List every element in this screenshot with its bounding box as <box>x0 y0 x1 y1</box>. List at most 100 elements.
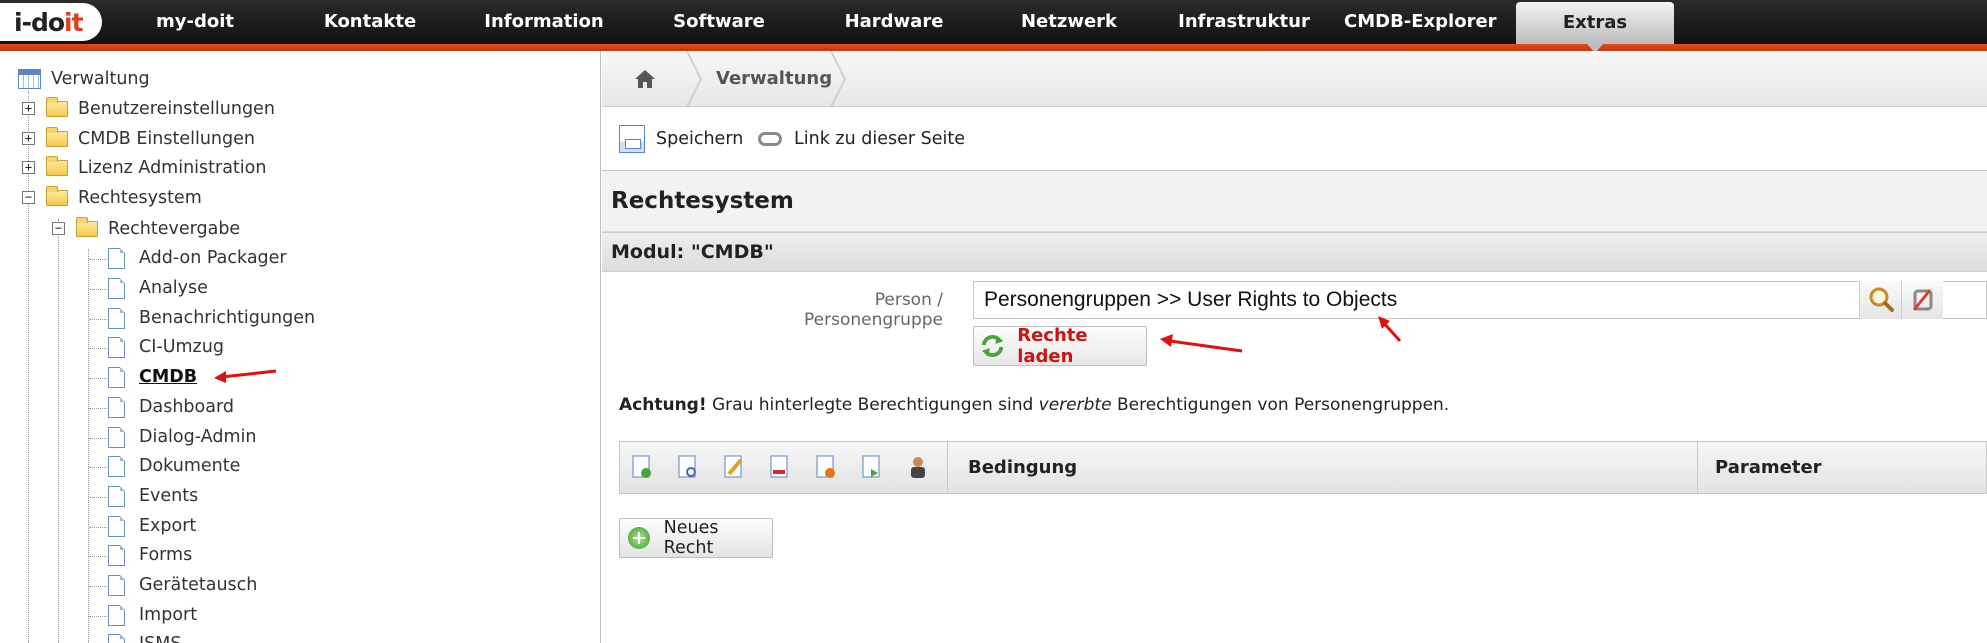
nav-cmdb-explorer[interactable]: CMDB-Explorer <box>1344 0 1497 44</box>
tree-guide-line <box>89 259 107 260</box>
expand-plus-icon[interactable]: + <box>22 161 35 174</box>
tree-label: Lizenz Administration <box>78 158 267 178</box>
column-header-parameter[interactable]: Parameter <box>1715 442 1822 493</box>
page-icon <box>108 485 125 507</box>
archive-icon <box>816 455 835 478</box>
notice-text: Berechtigungen von Personengruppen. <box>1116 395 1450 415</box>
tree-guide-line <box>89 616 107 617</box>
nav-extras[interactable]: Extras <box>1516 2 1674 44</box>
tree-page-benachrichtigungen[interactable]: Benachrichtigungen <box>108 304 315 332</box>
tree-page-forms[interactable]: Forms <box>108 541 192 569</box>
refresh-icon <box>981 335 1004 357</box>
page-icon <box>108 574 125 596</box>
tree-page-dokumente[interactable]: Dokumente <box>108 452 240 480</box>
top-navigation-bar: i-do it my-doit Kontakte Information Soft… <box>0 0 1987 44</box>
page-title: Rechtesystem <box>602 171 1987 232</box>
rights-table-header: Bedingung Parameter <box>619 441 1987 494</box>
person-field-label: Person / Personengruppe <box>804 290 943 330</box>
tree-guide-line <box>89 586 107 587</box>
view-icon <box>678 455 696 478</box>
admin-tree-sidebar: Verwaltung + Benutzereinstellungen + CMD… <box>0 51 601 643</box>
nav-kontakte[interactable]: Kontakte <box>314 0 426 44</box>
tree-label: Forms <box>139 545 193 565</box>
page-icon <box>108 336 125 358</box>
nav-my-doit[interactable]: my-doit <box>140 0 250 44</box>
tree-label: Rechtesystem <box>78 188 202 208</box>
page-icon <box>108 515 125 537</box>
load-rights-label: Rechte laden <box>1017 325 1088 367</box>
tree-page-geraetetausch[interactable]: Gerätetausch <box>108 571 257 599</box>
tree-page-add-on-packager[interactable]: Add-on Packager <box>108 244 287 272</box>
breadcrumb-separator-icon <box>686 51 702 107</box>
tree-label: Import <box>139 605 198 625</box>
idoit-logo[interactable]: i-do it <box>0 3 102 41</box>
notice-italic: vererbte <box>1038 395 1112 415</box>
logo-text-left: i-do <box>14 7 65 37</box>
tree-item-rechtesystem[interactable]: Rechtesystem <box>46 184 202 212</box>
add-right-button[interactable]: Neues Recht <box>619 518 773 558</box>
tree-guide-line <box>89 497 107 498</box>
tree-page-isms[interactable]: ISMS <box>108 630 181 643</box>
tree-guide-line <box>88 249 89 643</box>
tree-item-benutzereinstellungen[interactable]: Benutzereinstellungen <box>46 95 275 123</box>
nav-information[interactable]: Information <box>478 0 610 44</box>
right-type-icons <box>620 442 948 493</box>
page-icon <box>108 633 125 643</box>
execute-icon <box>862 455 880 478</box>
create-icon <box>632 455 651 478</box>
tree-item-cmdb-einstellungen[interactable]: CMDB Einstellungen <box>46 125 255 153</box>
tree-page-export[interactable]: Export <box>108 512 196 540</box>
inheritance-notice: Achtung! Grau hinterlegte Berechtigungen… <box>619 395 1449 415</box>
load-rights-button[interactable]: Rechte laden <box>973 325 1147 367</box>
tree-page-analyse[interactable]: Analyse <box>108 274 208 302</box>
collapse-minus-icon[interactable]: − <box>52 222 65 235</box>
notice-bold: Achtung! <box>619 395 707 415</box>
tree-item-lizenz-administration[interactable]: Lizenz Administration <box>46 154 266 182</box>
person-search-button[interactable] <box>1859 281 1901 319</box>
tree-label: Benutzereinstellungen <box>78 99 275 119</box>
expand-plus-icon[interactable]: + <box>22 102 35 115</box>
add-right-label: Neues Recht <box>663 518 719 558</box>
folder-open-icon <box>76 217 98 237</box>
collapse-minus-icon[interactable]: − <box>22 191 35 204</box>
action-toolbar: Speichern Link zu dieser Seite <box>602 107 1987 171</box>
nav-netzwerk[interactable]: Netzwerk <box>1016 0 1122 44</box>
tree-label: Analyse <box>139 278 208 298</box>
tree-page-ci-umzug[interactable]: CI-Umzug <box>108 333 224 361</box>
folder-icon <box>46 156 68 176</box>
expand-plus-icon[interactable]: + <box>22 132 35 145</box>
breadcrumb-item-verwaltung[interactable]: Verwaltung <box>716 51 832 107</box>
tree-guide-line <box>89 319 107 320</box>
admin-calendar-icon <box>18 69 41 89</box>
tree-page-import[interactable]: Import <box>108 601 197 629</box>
page-icon <box>108 396 125 418</box>
nav-hardware[interactable]: Hardware <box>838 0 950 44</box>
annotation-arrow-icon <box>214 369 277 383</box>
tree-root-verwaltung[interactable]: Verwaltung <box>18 65 150 93</box>
column-header-bedingung[interactable]: Bedingung <box>968 442 1077 493</box>
home-icon[interactable] <box>634 69 656 89</box>
save-button[interactable]: Speichern <box>619 107 743 171</box>
link-icon <box>758 132 782 146</box>
tree-label: Export <box>139 516 197 536</box>
person-detach-button[interactable] <box>1901 281 1943 319</box>
nav-software[interactable]: Software <box>666 0 772 44</box>
page-icon <box>108 366 125 388</box>
tree-label: CMDB Einstellungen <box>78 129 255 149</box>
nav-infrastruktur[interactable]: Infrastruktur <box>1176 0 1312 44</box>
detach-icon <box>1912 289 1933 311</box>
tree-page-events[interactable]: Events <box>108 482 198 510</box>
plus-circle-icon <box>628 527 650 549</box>
tree-page-cmdb[interactable]: CMDB <box>108 363 197 391</box>
tree-label-selected: CMDB <box>139 367 198 387</box>
person-group-input[interactable]: Personengruppen >> User Rights to Object… <box>973 281 1987 319</box>
page-icon <box>108 455 125 477</box>
magnifier-icon <box>1869 287 1894 312</box>
tree-page-dialog-admin[interactable]: Dialog-Admin <box>108 423 256 451</box>
tree-guide-line <box>89 527 107 528</box>
breadcrumb: Verwaltung <box>602 51 1987 107</box>
page-link-button[interactable]: Link zu dieser Seite <box>758 107 965 171</box>
tree-item-rechtevergabe[interactable]: Rechtevergabe <box>76 215 240 243</box>
tree-guide-line <box>58 219 59 643</box>
tree-page-dashboard[interactable]: Dashboard <box>108 393 234 421</box>
